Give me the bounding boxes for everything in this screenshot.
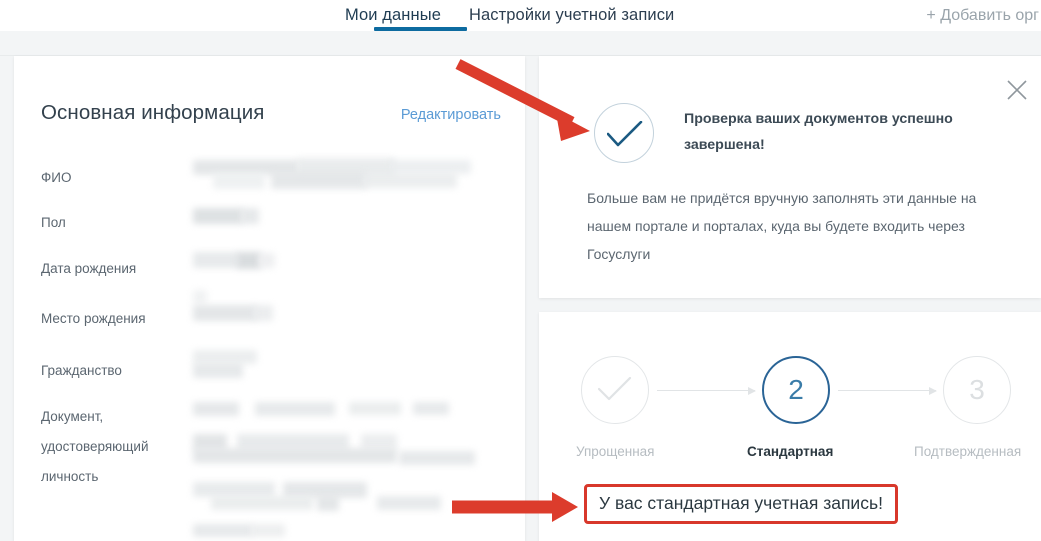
field-list: ФИО Пол Дата рождения Место рождения Гра… [41, 154, 506, 537]
field-row-birthdate: Дата рождения [41, 248, 506, 296]
check-mark-icon [607, 121, 643, 147]
stepper-step-standard[interactable]: 2 [762, 356, 830, 424]
stepper-arrow-1-to-2 [657, 385, 756, 397]
stepper-arrow-2-to-3 [838, 385, 937, 397]
field-label-fullname: ФИО [41, 170, 72, 185]
app-screen: Мои данные Настройки учетной записи + До… [0, 0, 1041, 541]
field-row-birthplace: Место рождения [41, 290, 506, 344]
stepper-step-verified[interactable]: 3 [943, 356, 1011, 424]
add-organization-button[interactable]: + Добавить орг [926, 0, 1041, 31]
tab-account-settings[interactable]: Настройки учетной записи [469, 0, 674, 31]
field-label-birthplace: Место рождения [41, 311, 146, 326]
stepper-step-2-circle: 2 [762, 356, 830, 424]
basic-information-header: Основная информация Редактировать [41, 101, 501, 125]
stepper-label-simplified: Упрощенная [576, 444, 655, 459]
stepper-step-1-circle [581, 356, 649, 424]
stepper-step-3-circle: 3 [943, 356, 1011, 424]
basic-information-card: Основная информация Редактировать ФИО По… [14, 56, 525, 541]
check-circle-icon [594, 103, 654, 163]
close-icon[interactable] [1003, 76, 1031, 104]
page-title: Основная информация [41, 101, 265, 124]
field-row-identity-document: Документ, удостоверяющий личность [41, 396, 506, 537]
field-label-document-line1: Документ, [41, 409, 104, 424]
top-tab-bar: Мои данные Настройки учетной записи + До… [0, 0, 1041, 31]
verification-success-title: Проверка ваших документов успешно заверш… [684, 111, 953, 153]
field-label-gender: Пол [41, 215, 66, 230]
field-row-citizenship: Гражданство [41, 344, 506, 396]
field-label-birthdate: Дата рождения [41, 261, 137, 276]
edit-link[interactable]: Редактировать [401, 107, 501, 123]
status-badge: У вас стандартная учетная запись! [584, 484, 898, 524]
field-label-citizenship: Гражданство [41, 363, 122, 378]
check-mark-icon [598, 377, 632, 401]
verification-success-body: Больше вам не придётся вручную заполнять… [587, 190, 977, 262]
stepper-label-verified: Подтвержденная [914, 444, 1022, 459]
field-row-fullname: ФИО [41, 154, 506, 200]
field-label-document-line3: личность [41, 469, 99, 484]
account-level-card: 2 3 Упрощенная Стандартная Подтвержденна… [539, 312, 1041, 541]
field-row-gender: Пол [41, 200, 506, 248]
field-label-document-line2: удостоверяющий [41, 439, 149, 454]
header-divider-strip [0, 31, 1041, 56]
stepper-step-simplified[interactable] [581, 356, 649, 424]
stepper-label-standard: Стандартная [747, 444, 834, 459]
status-badge-label: У вас стандартная учетная запись! [599, 493, 883, 513]
verification-success-card: Проверка ваших документов успешно заверш… [539, 56, 1041, 298]
field-label-identity-document: Документ, удостоверяющий личность [41, 402, 181, 492]
account-level-stepper: 2 3 Упрощенная Стандартная Подтвержденна… [576, 356, 1021, 459]
